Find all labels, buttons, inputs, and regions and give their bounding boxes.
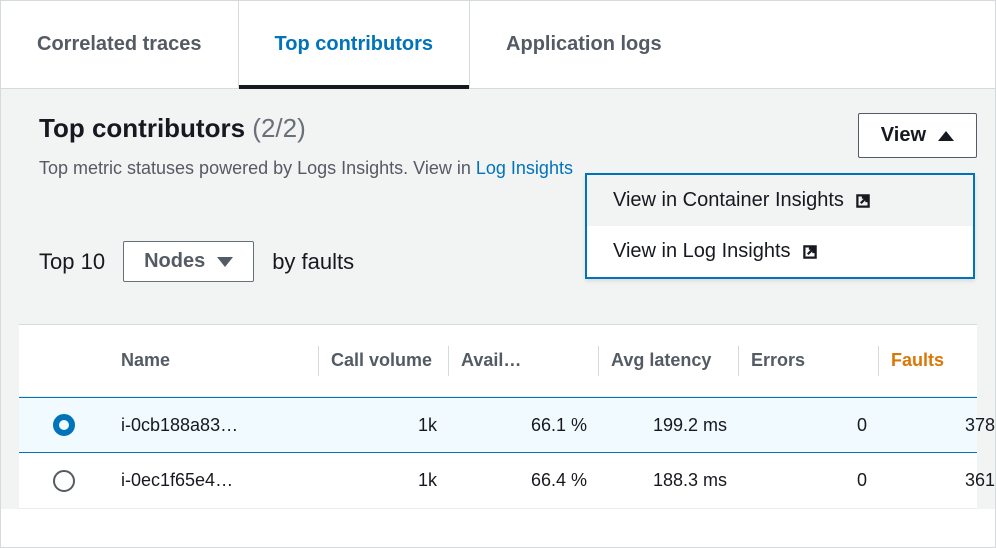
subtitle-link[interactable]: Log Insights <box>476 158 573 178</box>
subtitle: Top metric statuses powered by Logs Insi… <box>39 158 573 179</box>
cell-availability: 66.4 % <box>449 470 599 491</box>
nodes-selector-label: Nodes <box>144 250 205 273</box>
menu-item-container-insights[interactable]: View in Container Insights <box>587 175 973 226</box>
filter-prefix: Top 10 <box>39 249 105 275</box>
th-faults[interactable]: Faults <box>879 338 996 384</box>
row-select-cell <box>19 414 109 436</box>
external-link-icon <box>854 192 872 210</box>
top-contributors-panel: Top contributors (2/2) Top metric status… <box>1 89 995 509</box>
tab-application-logs[interactable]: Application logs <box>470 1 698 88</box>
row-select-cell <box>19 470 109 492</box>
cell-avg-latency: 199.2 ms <box>599 415 739 436</box>
title-count: (2/2) <box>252 113 305 143</box>
cell-name: i-0cb188a83… <box>109 415 319 436</box>
cell-availability: 66.1 % <box>449 415 599 436</box>
table-header: Name Call volume Avail… Avg latency Erro… <box>19 325 977 397</box>
caret-down-icon <box>217 257 233 267</box>
th-select <box>19 338 109 384</box>
panel-container: Correlated traces Top contributors Appli… <box>0 0 996 548</box>
menu-item-log-insights[interactable]: View in Log Insights <box>587 226 973 277</box>
th-name[interactable]: Name <box>109 338 319 384</box>
page-title: Top contributors (2/2) <box>39 113 573 144</box>
cell-call-volume: 1k <box>319 470 449 491</box>
view-button-label: View <box>881 124 926 147</box>
menu-item-label: View in Container Insights <box>613 189 844 212</box>
tab-correlated-traces[interactable]: Correlated traces <box>1 1 239 88</box>
cell-avg-latency: 188.3 ms <box>599 470 739 491</box>
nodes-selector[interactable]: Nodes <box>123 241 254 282</box>
cell-faults: 378 <box>879 415 996 436</box>
th-avg-latency[interactable]: Avg latency <box>599 338 739 384</box>
view-menu: View in Container Insights View in Log I… <box>585 173 975 279</box>
filter-suffix: by faults <box>272 249 354 275</box>
title-text: Top contributors <box>39 113 245 143</box>
tabs: Correlated traces Top contributors Appli… <box>1 1 995 89</box>
external-link-icon <box>801 243 819 261</box>
tab-top-contributors[interactable]: Top contributors <box>239 1 471 88</box>
cell-errors: 0 <box>739 415 879 436</box>
table-row[interactable]: i-0cb188a83… 1k 66.1 % 199.2 ms 0 378 <box>19 397 977 453</box>
row-radio[interactable] <box>53 470 75 492</box>
caret-up-icon <box>938 131 954 141</box>
table-row[interactable]: i-0ec1f65e4… 1k 66.4 % 188.3 ms 0 361 <box>19 453 977 509</box>
cell-faults: 361 <box>879 470 996 491</box>
contributors-table: Name Call volume Avail… Avg latency Erro… <box>19 324 977 509</box>
cell-name: i-0ec1f65e4… <box>109 470 319 491</box>
subtitle-text: Top metric statuses powered by Logs Insi… <box>39 158 476 178</box>
view-button[interactable]: View <box>858 113 977 158</box>
row-radio[interactable] <box>53 414 75 436</box>
th-call-volume[interactable]: Call volume <box>319 338 449 384</box>
menu-item-label: View in Log Insights <box>613 240 791 263</box>
th-availability[interactable]: Avail… <box>449 338 599 384</box>
panel-header: Top contributors (2/2) Top metric status… <box>19 113 977 179</box>
th-errors[interactable]: Errors <box>739 338 879 384</box>
cell-errors: 0 <box>739 470 879 491</box>
cell-call-volume: 1k <box>319 415 449 436</box>
